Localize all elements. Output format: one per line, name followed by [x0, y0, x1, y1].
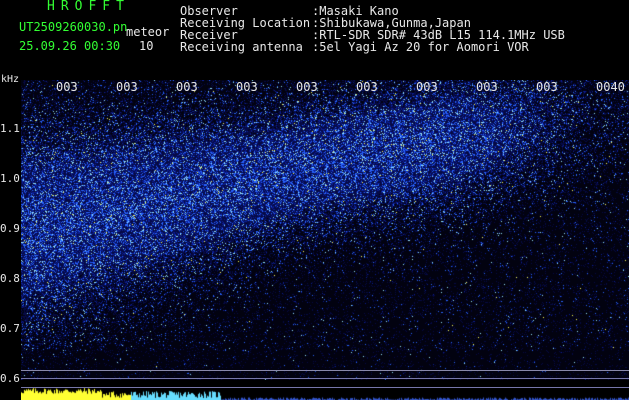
- x-tick-label: 003: [416, 80, 438, 94]
- y-tick-label: 0.8: [0, 272, 20, 285]
- x-axis-ticks: 003 003 003 003 003 003 003 003 003 0040: [0, 0, 629, 100]
- x-tick-label: 0040: [596, 80, 625, 94]
- x-tick-label: 003: [56, 80, 78, 94]
- x-tick-label: 003: [356, 80, 378, 94]
- x-tick-label: 003: [176, 80, 198, 94]
- spectrogram-plot: [21, 80, 629, 380]
- x-tick-label: 003: [116, 80, 138, 94]
- y-tick-label: 1.1: [0, 122, 20, 135]
- divider-line: [21, 370, 629, 371]
- y-tick-label: 0.6: [0, 372, 20, 385]
- y-tick-label: 0.9: [0, 222, 20, 235]
- signal-level-meter: [21, 388, 629, 400]
- y-tick-label: 0.7: [0, 322, 20, 335]
- x-tick-label: 003: [536, 80, 558, 94]
- x-tick-label: 003: [476, 80, 498, 94]
- y-tick-label: 1.0: [0, 172, 20, 185]
- x-tick-label: 003: [296, 80, 318, 94]
- divider-line: [21, 378, 629, 379]
- x-tick-label: 003: [236, 80, 258, 94]
